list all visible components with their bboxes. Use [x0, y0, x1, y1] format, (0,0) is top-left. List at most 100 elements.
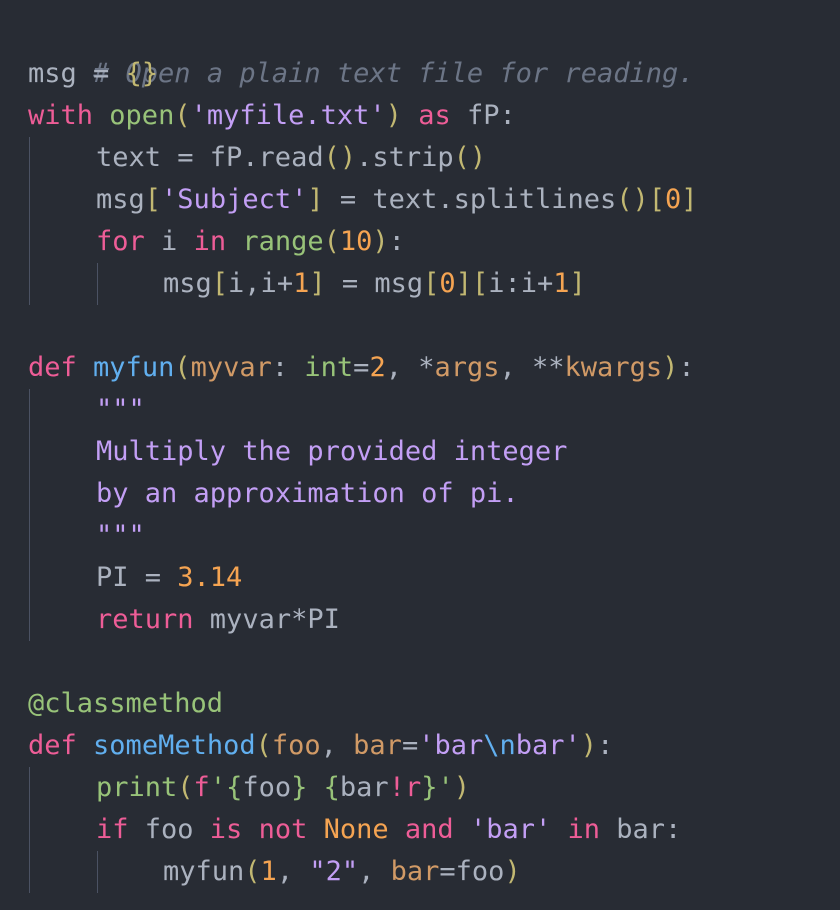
bracket-token: (	[174, 100, 191, 131]
code-line-5: msg['Subject'] = text.splitlines()[0]	[96, 179, 698, 221]
fstring-prefix-token: f	[193, 772, 210, 803]
brace-token: }	[421, 772, 438, 803]
identifier-token: =foo	[439, 856, 505, 887]
code-line-11: Multiply the provided integer	[96, 431, 567, 473]
code-line-17: @classmethod	[28, 683, 223, 725]
identifier-token: .strip	[356, 142, 454, 173]
identifier-token: msg	[163, 268, 212, 299]
parameter-token: bar	[390, 856, 440, 887]
code-editor[interactable]: # Open a plain text file for reading. ms…	[0, 0, 840, 910]
punctuation-token: ,	[276, 856, 310, 887]
identifier-token: i:i+	[488, 268, 554, 299]
identifier-token: i,i+	[228, 268, 294, 299]
punctuation-token: , *	[385, 352, 435, 383]
indent-guide	[29, 389, 30, 641]
bracket-token: )	[580, 730, 598, 761]
comment-token: # Open a plain text file for reading.	[93, 58, 695, 89]
docstring-token: by an approximation of pi.	[96, 478, 519, 509]
bracket-token: )	[504, 856, 521, 887]
constant-token: None	[323, 814, 389, 845]
identifier-token: myvar*PI	[193, 604, 340, 635]
keyword-token: not	[258, 814, 308, 845]
code-line-10: """	[96, 389, 145, 431]
identifier-token: foo	[242, 772, 292, 803]
number-token: 10	[339, 226, 373, 257]
docstring-token: """	[96, 520, 145, 551]
identifier-token: text = fP.read	[96, 142, 324, 173]
docstring-token: Multiply the provided integer	[96, 436, 568, 467]
identifier-token: bar	[339, 772, 389, 803]
keyword-token: and	[404, 814, 454, 845]
brace-token: {	[226, 772, 243, 803]
bracket-token: ]	[455, 268, 472, 299]
bracket-token: ()	[453, 142, 487, 173]
code-line-20: if foo is not None and 'bar' in bar:	[96, 809, 681, 851]
identifier-token: myfun	[163, 856, 245, 887]
keyword-token: is	[209, 814, 243, 845]
identifier-token: = text.splitlines	[323, 184, 617, 215]
punctuation-token: :	[678, 352, 695, 383]
keyword-token: with	[28, 100, 94, 131]
bracket-token: [	[144, 184, 162, 215]
bracket-token: )	[453, 772, 471, 803]
parameter-token: args	[434, 352, 500, 383]
keyword-token: for	[96, 226, 145, 257]
punctuation-token: :	[597, 730, 614, 761]
code-line-4: text = fP.read().strip()	[96, 137, 486, 179]
bracket-token: ]	[681, 184, 698, 215]
bracket-token: (	[244, 856, 261, 887]
bracket-token: )	[372, 226, 389, 257]
parameter-token: foo	[271, 730, 321, 761]
escape-token: \n	[483, 730, 516, 761]
indent-guide	[29, 137, 30, 305]
number-token: 0	[439, 268, 456, 299]
keyword-token: in	[193, 226, 227, 257]
identifier-token: foo	[128, 814, 210, 845]
code-line-12: by an approximation of pi.	[96, 473, 519, 515]
bracket-token: )	[662, 352, 679, 383]
string-token: '	[437, 772, 454, 803]
string-token: 'myfile.txt'	[190, 100, 386, 131]
number-token: 1	[293, 268, 310, 299]
parameter-token: myvar	[190, 352, 272, 383]
punctuation-token: :	[271, 352, 305, 383]
identifier-token: i	[144, 226, 194, 257]
string-token: 'bar	[418, 730, 484, 761]
string-token: 'Subject'	[161, 184, 308, 215]
code-line-13: """	[96, 515, 145, 557]
parameter-token: bar	[353, 730, 402, 761]
identifier-token: bar:	[600, 814, 682, 845]
identifier-token: msg	[96, 184, 145, 215]
keyword-token: as	[418, 100, 451, 131]
identifier-token: = msg	[325, 268, 424, 299]
number-token: 0	[665, 184, 682, 215]
keyword-token: def	[28, 730, 77, 761]
indent-guide	[97, 851, 98, 893]
keyword-token: def	[28, 352, 77, 383]
conversion-token: !	[388, 772, 405, 803]
indent-guide	[97, 263, 98, 305]
number-token: 1	[260, 856, 277, 887]
conversion-token: r	[404, 772, 422, 803]
code-line-18: def someMethod(foo, bar='bar\nbar'):	[28, 725, 613, 767]
keyword-token: if	[96, 814, 129, 845]
bracket-token: [	[423, 268, 440, 299]
bracket-token: (	[174, 352, 191, 383]
builtin-token: range	[242, 226, 324, 257]
operator-token: =	[353, 352, 370, 383]
bracket-token: (	[255, 730, 272, 761]
code-line-9: def myfun(myvar: int=2, *args, **kwargs)…	[28, 347, 695, 389]
operator-token: =	[401, 730, 419, 761]
code-line-14: PI = 3.14	[96, 557, 242, 599]
code-line-15: return myvar*PI	[96, 599, 340, 641]
identifier-token: PI =	[96, 562, 178, 593]
bracket-token: {}	[125, 58, 159, 89]
docstring-token: """	[96, 394, 145, 425]
